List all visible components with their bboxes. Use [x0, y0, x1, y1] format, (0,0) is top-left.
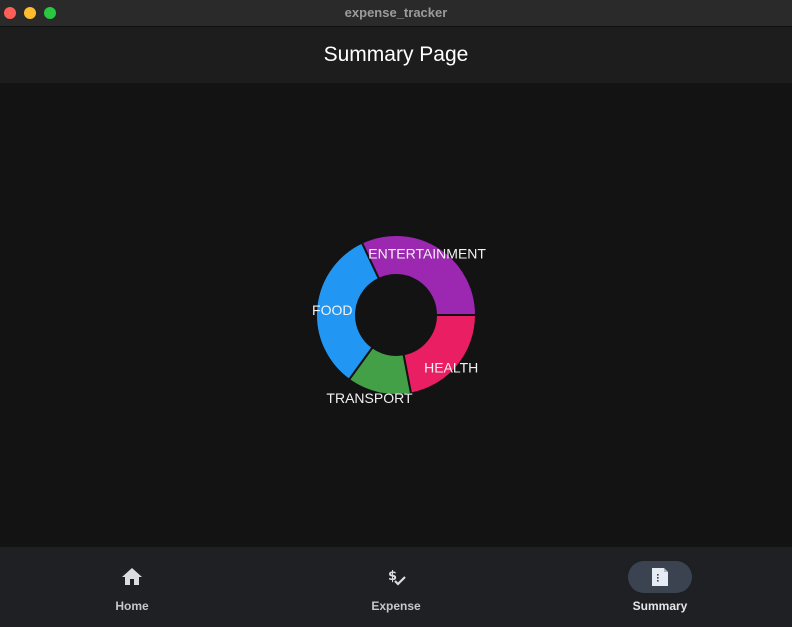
window-title: expense_tracker	[344, 5, 448, 20]
nav-item-summary[interactable]: Summary	[528, 547, 792, 627]
nav-item-home[interactable]: Home	[0, 547, 264, 627]
nav-label-expense: Expense	[371, 599, 421, 613]
donut-label-food: FOOD	[312, 302, 352, 318]
app-bar: Summary Page	[0, 27, 792, 83]
donut-slice-health[interactable]	[402, 314, 478, 395]
bottom-navigation-bar: Home $ Expense Summary	[0, 547, 792, 627]
nav-item-expense[interactable]: $ Expense	[264, 547, 528, 627]
donut-label-transport: TRANSPORT	[326, 390, 413, 406]
nav-label-summary: Summary	[632, 599, 688, 613]
page-title: Summary Page	[323, 43, 469, 66]
home-icon	[122, 568, 142, 585]
expense-donut-chart: HEALTH TRANSPORT FOOD ENTERTAINMENT	[312, 234, 486, 406]
donut-label-entertainment: ENTERTAINMENT	[368, 245, 486, 261]
window-titlebar: expense_tracker	[0, 0, 792, 27]
summary-content: HEALTH TRANSPORT FOOD ENTERTAINMENT	[0, 83, 792, 547]
dollar-check-icon: $	[388, 569, 406, 586]
nav-label-home: Home	[115, 599, 149, 613]
summary-document-icon	[652, 568, 668, 586]
donut-label-health: HEALTH	[424, 359, 478, 375]
